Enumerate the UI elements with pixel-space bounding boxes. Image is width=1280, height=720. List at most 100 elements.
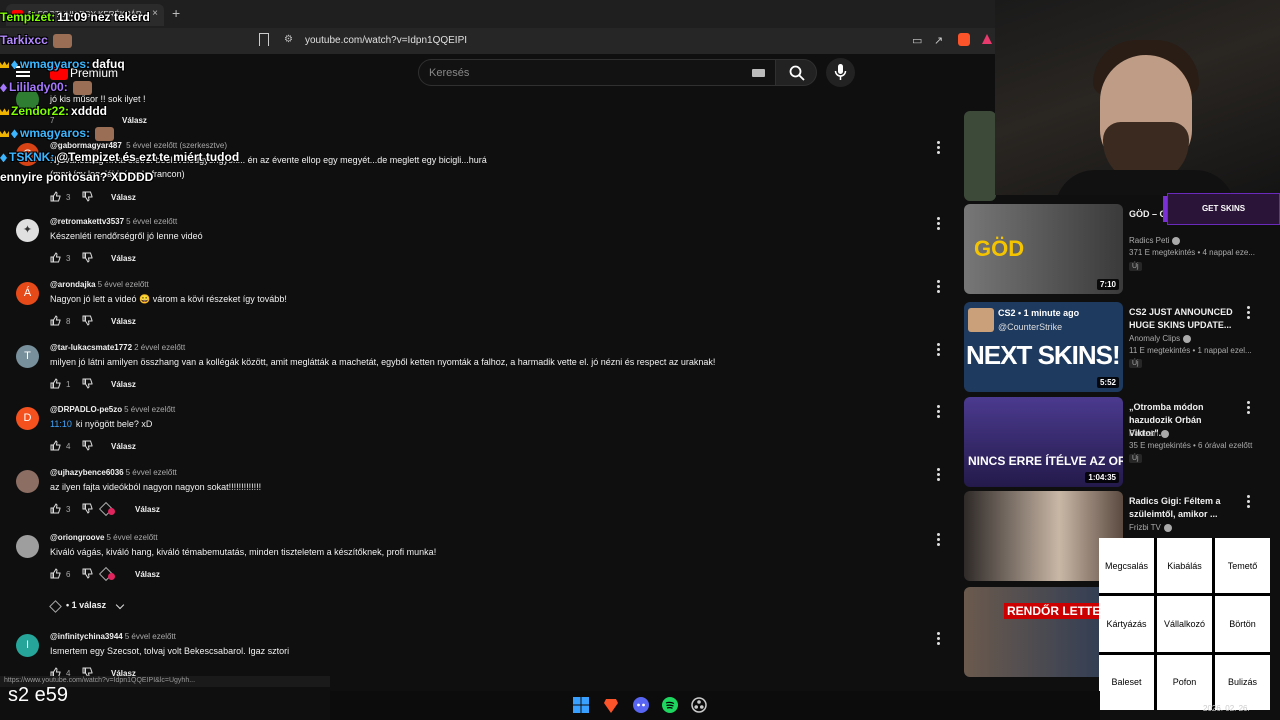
chat-username: Tempizet: — [0, 10, 56, 24]
comment-more-icon[interactable] — [937, 217, 940, 232]
comment-more-icon[interactable] — [937, 405, 940, 420]
creator-heart-icon — [98, 501, 117, 517]
brave-browser-icon[interactable] — [603, 697, 619, 713]
site-settings-icon[interactable]: ⚙ — [284, 34, 293, 45]
video-more-icon[interactable] — [1247, 495, 1250, 510]
reply-button[interactable]: Válasz — [111, 380, 136, 389]
reply-button[interactable]: Válasz — [111, 317, 136, 326]
comment-text: Kiváló vágás, kiváló hang, kiváló témabe… — [50, 547, 437, 557]
dislike-icon[interactable] — [82, 191, 93, 202]
comment-more-icon[interactable] — [937, 533, 940, 548]
channel-name[interactable]: Anomaly Clips — [1129, 334, 1192, 343]
voice-search-button[interactable] — [826, 58, 855, 87]
comment-author[interactable]: @gabormagyar487 — [50, 141, 122, 150]
like-icon[interactable] — [50, 378, 61, 389]
chat-username: wmagyaros: — [20, 57, 91, 71]
comment-time[interactable]: 5 évvel ezelőtt — [126, 217, 177, 226]
spotify-icon[interactable] — [662, 697, 678, 713]
channel-name[interactable]: Radics Peti — [1129, 236, 1181, 245]
reply-button[interactable]: Válasz — [135, 505, 160, 514]
comment-more-icon[interactable] — [937, 280, 940, 295]
video-title[interactable]: Radics Gigi: Féltem a szüleimtől, amikor… — [1129, 495, 1241, 521]
dislike-icon[interactable] — [82, 378, 93, 389]
reply-button[interactable]: Válasz — [135, 570, 160, 579]
comment-avatar — [16, 470, 39, 493]
comment: ✦ @retromakettv3537 5 évvel ezelőtt Késze… — [16, 217, 946, 279]
video-more-icon[interactable] — [1247, 401, 1250, 416]
video-thumbnail[interactable]: GÖD 7:10 — [964, 204, 1123, 294]
chat-username: TSKNK: — [9, 150, 55, 164]
comment-author[interactable]: @ujhazybence6036 — [50, 468, 124, 477]
comment-author[interactable]: @oriongroove — [50, 533, 104, 542]
keyboard-icon[interactable] — [752, 69, 765, 77]
dislike-icon[interactable] — [82, 252, 93, 263]
new-tab-button[interactable]: + — [172, 5, 180, 21]
like-icon[interactable] — [50, 252, 61, 263]
comment-author[interactable]: @tar-lukacsmate1772 — [50, 343, 132, 352]
video-thumbnail[interactable]: CS2 • 1 minute ago @CounterStrike NEXT S… — [964, 302, 1123, 392]
obs-icon[interactable] — [691, 697, 707, 713]
reply-button[interactable]: Válasz — [122, 116, 147, 125]
channel-name[interactable]: Partizán — [1129, 429, 1170, 438]
search-placeholder: Keresés — [429, 67, 470, 79]
comment-author[interactable]: @infinitychina3944 — [50, 632, 123, 641]
channel-name[interactable]: Frizbi TV — [1129, 523, 1172, 532]
video-more-icon[interactable] — [1247, 306, 1250, 321]
video-title[interactable]: CS2 JUST ANNOUNCED HUGE SKINS UPDATE... — [1129, 306, 1241, 332]
like-icon[interactable] — [50, 568, 61, 579]
comment-more-icon[interactable] — [937, 468, 940, 483]
like-icon[interactable] — [50, 191, 61, 202]
comment-time[interactable]: 5 évvel ezelőtt — [98, 280, 149, 289]
like-icon[interactable] — [50, 315, 61, 326]
diamond-badge-icon — [11, 129, 18, 139]
comment-more-icon[interactable] — [937, 632, 940, 647]
brave-rewards-icon[interactable] — [982, 34, 992, 44]
like-count: 8 — [66, 317, 71, 326]
dislike-icon[interactable] — [82, 315, 93, 326]
view-replies-button[interactable]: • 1 válasz — [66, 600, 106, 610]
share-icon[interactable]: ↗ — [934, 34, 943, 47]
brave-shields-icon[interactable] — [958, 33, 970, 46]
search-button[interactable] — [775, 59, 817, 86]
chevron-down-icon[interactable] — [115, 600, 125, 610]
recommended-video[interactable]: NINCS ERRE ÍTÉLVE AZ ORSZÁG 1:04:35 „Otr… — [964, 397, 1274, 487]
comment: @ujhazybence6036 5 évvel ezelőtt az ilyen… — [16, 468, 946, 530]
comment-time[interactable]: 5 évvel ezelőtt — [126, 468, 177, 477]
bookmark-icon[interactable] — [259, 33, 269, 46]
comment-more-icon[interactable] — [937, 141, 940, 156]
like-icon[interactable] — [50, 503, 61, 514]
comment-text: milyen jó látni amilyen összhang van a k… — [50, 357, 716, 367]
streamer-webcam — [995, 0, 1280, 195]
video-thumbnail[interactable] — [964, 111, 996, 201]
dislike-icon[interactable] — [82, 503, 93, 514]
comment-avatar: ✦ — [16, 219, 39, 242]
comment-time[interactable]: 2 évvel ezelőtt — [134, 343, 185, 352]
comment-author[interactable]: @DRPADLO-pe5zo — [50, 405, 122, 414]
timestamp-link[interactable]: 11:10 — [50, 419, 72, 429]
comment-time[interactable]: 5 évvel ezelőtt — [125, 632, 176, 641]
comment-more-icon[interactable] — [937, 343, 940, 358]
bingo-cell: Vállalkozó — [1157, 596, 1212, 652]
comment-time[interactable]: 5 évvel ezelőtt (szerkesztve) — [126, 141, 227, 150]
reply-button[interactable]: Válasz — [111, 254, 136, 263]
reply-button[interactable]: Válasz — [111, 193, 136, 202]
comment-author[interactable]: @retromakettv3537 — [50, 217, 124, 226]
comment-time[interactable]: 5 évvel ezelőtt — [106, 533, 157, 542]
reply-button[interactable]: Válasz — [111, 442, 136, 451]
like-icon[interactable] — [50, 440, 61, 451]
chat-message: Tempizet: 11:09 nez tekerd — [0, 10, 150, 24]
dislike-icon[interactable] — [82, 440, 93, 451]
recommended-video[interactable]: CS2 • 1 minute ago @CounterStrike NEXT S… — [964, 302, 1274, 392]
comment-time[interactable]: 5 évvel ezelőtt — [124, 405, 175, 414]
windows-start-icon[interactable] — [573, 697, 589, 713]
cast-icon[interactable]: ▭ — [912, 34, 922, 47]
tab-close-icon[interactable]: × — [152, 8, 158, 19]
chat-message: wmagyaros: dafuq — [0, 57, 125, 71]
search-input[interactable]: Keresés — [418, 59, 776, 86]
discord-icon[interactable] — [633, 697, 649, 713]
dislike-icon[interactable] — [82, 568, 93, 579]
comment-author[interactable]: @arondajka — [50, 280, 96, 289]
url-field[interactable]: youtube.com/watch?v=Idpn1QQEIPI — [305, 35, 467, 46]
video-thumbnail[interactable]: NINCS ERRE ÍTÉLVE AZ ORSZÁG 1:04:35 — [964, 397, 1123, 487]
comment-avatar: I — [16, 634, 39, 657]
